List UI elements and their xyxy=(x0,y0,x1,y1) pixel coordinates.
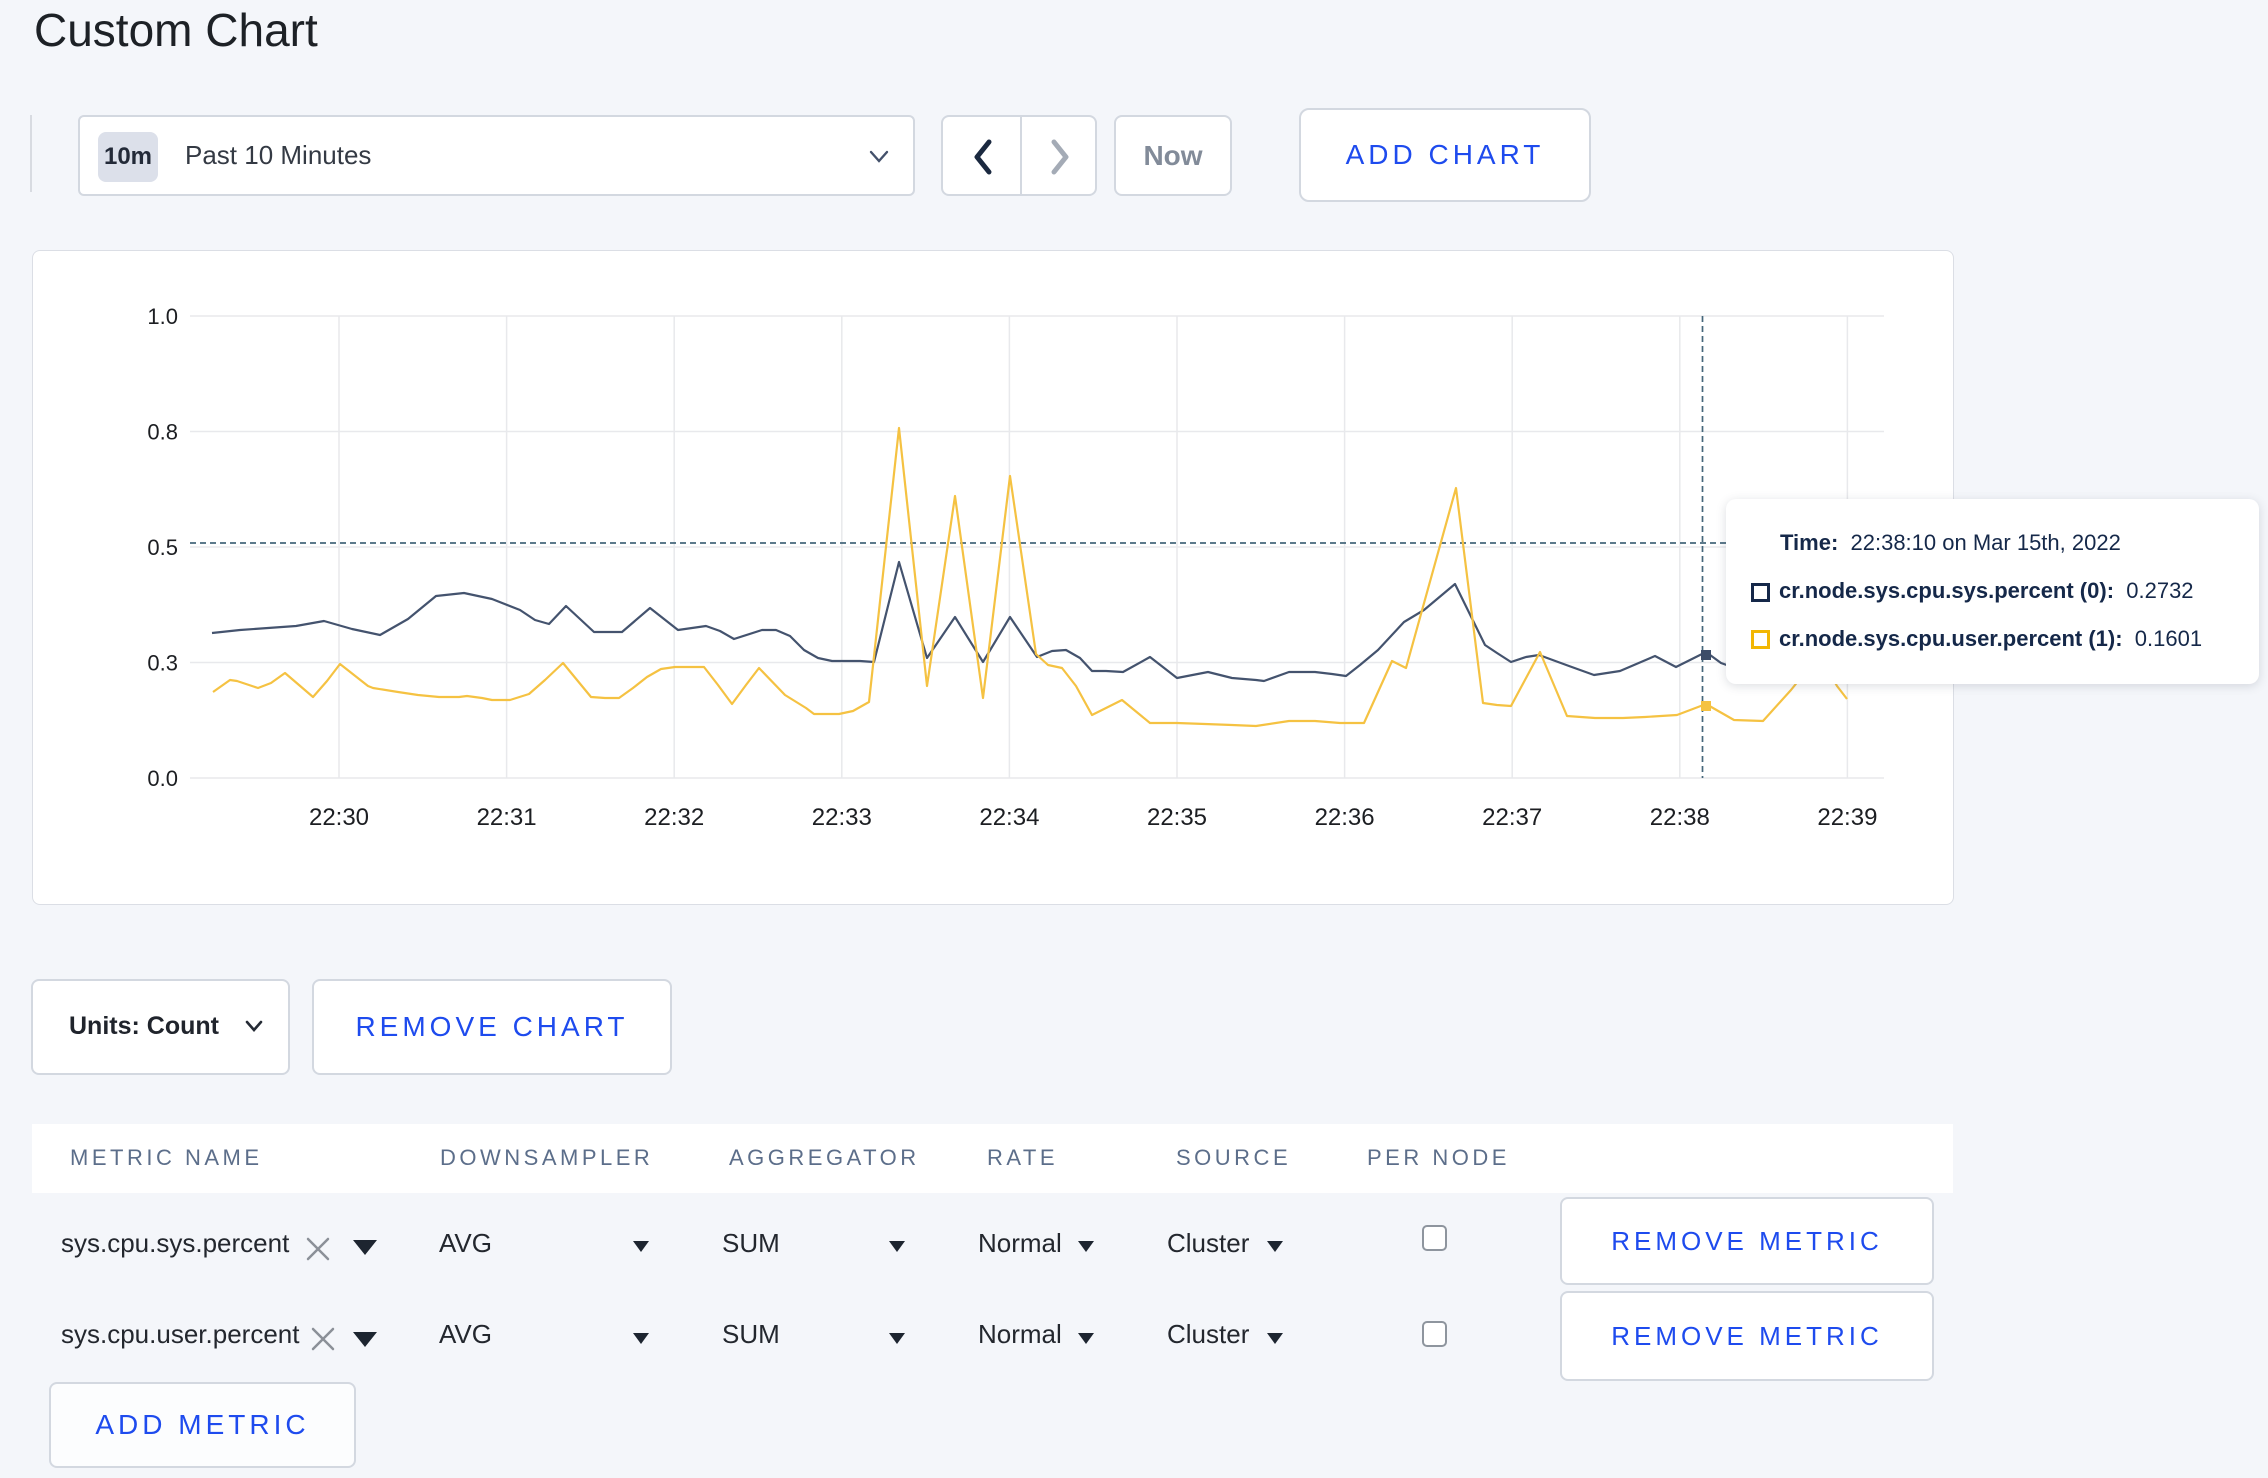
svg-text:0.8: 0.8 xyxy=(147,420,178,445)
svg-text:22:33: 22:33 xyxy=(812,804,872,831)
svg-text:1.0: 1.0 xyxy=(147,304,178,329)
svg-text:22:35: 22:35 xyxy=(1147,804,1207,831)
svg-text:22:36: 22:36 xyxy=(1315,804,1375,831)
svg-text:0.5: 0.5 xyxy=(147,535,178,560)
svg-text:22:32: 22:32 xyxy=(644,804,704,831)
svg-text:22:39: 22:39 xyxy=(1817,804,1877,831)
svg-text:22:31: 22:31 xyxy=(477,804,537,831)
svg-text:0.0: 0.0 xyxy=(147,766,178,791)
svg-text:22:30: 22:30 xyxy=(309,804,369,831)
svg-text:0.3: 0.3 xyxy=(147,651,178,676)
svg-text:22:34: 22:34 xyxy=(979,804,1039,831)
svg-text:22:38: 22:38 xyxy=(1650,804,1710,831)
svg-text:22:37: 22:37 xyxy=(1482,804,1542,831)
